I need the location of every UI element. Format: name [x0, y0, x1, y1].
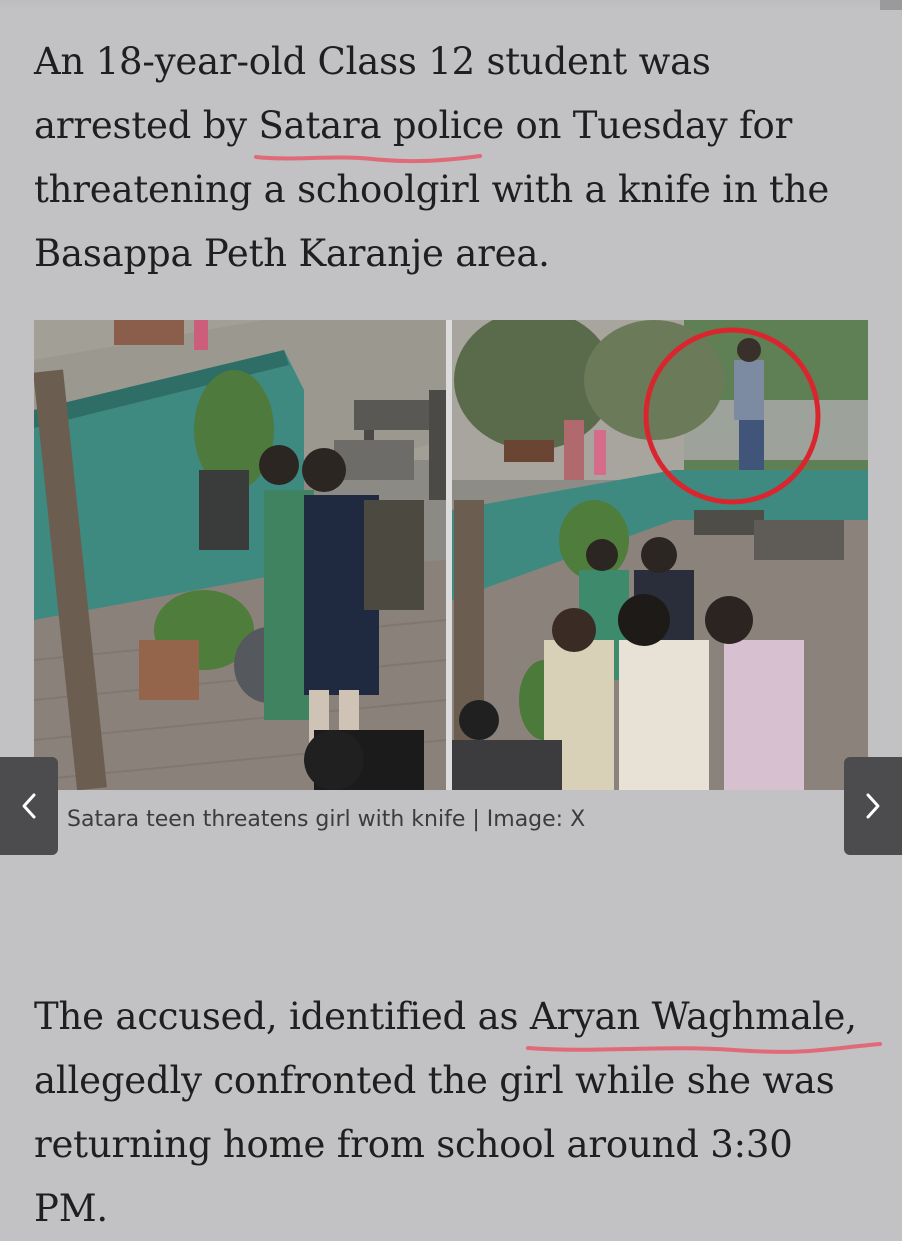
paragraph-2-text-start: The accused, identified as [34, 995, 530, 1038]
cctv-composite-image [34, 320, 868, 790]
satara-police-link-text: Satara police [258, 104, 504, 147]
article-paragraph-1: An 18-year-old Class 12 student was arre… [34, 30, 874, 286]
right-panel [452, 320, 868, 790]
left-panel [34, 320, 447, 790]
panel-divider [446, 320, 452, 790]
gallery-next-button[interactable] [844, 757, 902, 855]
link-underline-squiggle [254, 154, 483, 164]
image-caption: Satara teen threatens girl with knife | … [67, 807, 586, 832]
gallery-prev-button[interactable] [0, 757, 58, 855]
aryan-waghmale-link-text: Aryan Waghmale [529, 995, 846, 1038]
satara-police-link[interactable]: Satara police [254, 94, 504, 164]
top-edge [0, 0, 902, 10]
aryan-waghmale-link[interactable]: Aryan Waghmale [525, 985, 882, 1054]
top-scroll-mark [880, 0, 902, 10]
chevron-left-icon [22, 793, 36, 819]
article-photo[interactable] [34, 320, 868, 790]
article-paragraph-2: The accused, identified as Aryan Waghmal… [34, 985, 882, 1241]
link-underline-squiggle [525, 1042, 882, 1054]
chevron-right-icon [866, 793, 880, 819]
